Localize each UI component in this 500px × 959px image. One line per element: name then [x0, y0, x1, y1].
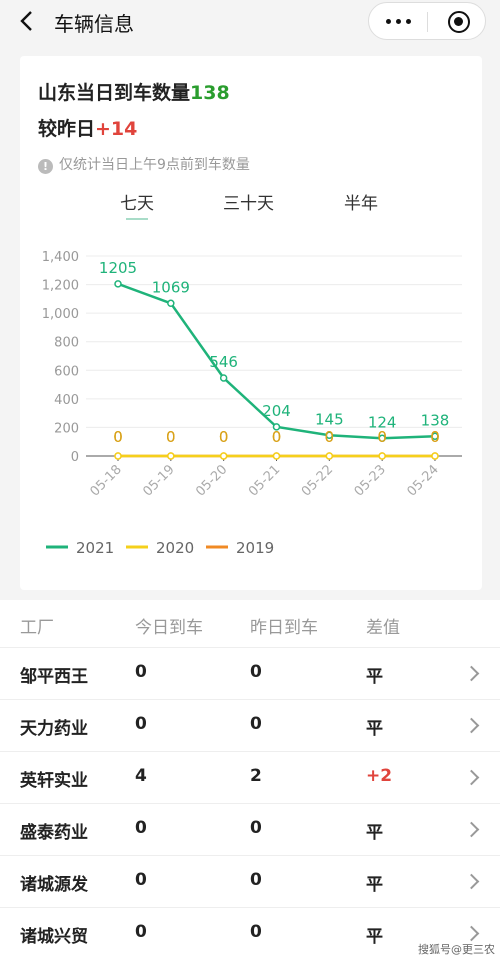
cell-factory: 诸城兴贸 — [20, 927, 88, 947]
cell-today: 0 — [135, 870, 147, 890]
data-point — [114, 280, 122, 288]
cell-diff: +2 — [366, 766, 393, 786]
data-label: 0 — [113, 428, 123, 446]
cell-diff: 平 — [366, 875, 383, 895]
y-tick-label: 0 — [71, 450, 79, 465]
cell-factory: 盛泰药业 — [20, 823, 88, 843]
table-row[interactable]: 盛泰药业 0 0 平 — [0, 804, 500, 856]
top-bar: 车辆信息 — [0, 0, 500, 44]
x-tick-label: 05-22 — [299, 462, 336, 499]
legend-label: 2020 — [156, 539, 194, 557]
watermark: 搜狐号@更三农 — [418, 943, 495, 956]
data-label: 0 — [430, 428, 440, 446]
cell-factory: 邹平西王 — [20, 667, 88, 687]
cell-yesterday: 0 — [250, 922, 262, 942]
y-tick-label: 1,400 — [42, 250, 79, 265]
target-icon[interactable] — [448, 11, 470, 33]
data-label: 1205 — [99, 259, 137, 277]
x-tick-label: 05-24 — [404, 462, 441, 499]
chevron-right-icon[interactable] — [463, 665, 480, 682]
data-label: 1069 — [152, 278, 190, 296]
cell-today: 0 — [135, 714, 147, 734]
data-label: 204 — [262, 402, 291, 420]
page-title: 车辆信息 — [54, 12, 134, 36]
capsule-divider — [427, 12, 428, 32]
table-row[interactable]: 诸城源发 0 0 平 — [0, 856, 500, 908]
x-tick-label: 05-19 — [140, 462, 177, 499]
y-tick-label: 400 — [54, 393, 79, 408]
table-row[interactable]: 天力药业 0 0 平 — [0, 700, 500, 752]
x-tick-label: 05-21 — [246, 462, 283, 499]
chevron-right-icon[interactable] — [463, 925, 480, 942]
cell-today: 0 — [135, 922, 147, 942]
cell-today: 0 — [135, 818, 147, 838]
data-point — [378, 452, 386, 460]
data-label: 0 — [166, 428, 176, 446]
header-diff: 差值 — [366, 618, 400, 638]
chevron-right-icon[interactable] — [463, 717, 480, 734]
cell-today: 0 — [135, 662, 147, 682]
cell-factory: 诸城源发 — [20, 875, 88, 895]
chevron-right-icon[interactable] — [463, 821, 480, 838]
cell-factory: 英轩实业 — [20, 771, 88, 791]
data-point — [431, 452, 439, 460]
data-point — [167, 452, 175, 460]
legend-label: 2019 — [236, 539, 274, 557]
data-point — [219, 374, 228, 382]
header-yesterday: 昨日到车 — [250, 618, 318, 638]
more-dots-icon[interactable] — [386, 19, 412, 25]
chevron-left-icon[interactable] — [14, 7, 42, 35]
chevron-right-icon[interactable] — [463, 873, 480, 890]
mini-program-capsule — [368, 2, 486, 40]
header-today: 今日到车 — [135, 618, 203, 638]
y-tick-label: 1,200 — [42, 279, 79, 294]
data-point — [114, 452, 122, 460]
data-label: 145 — [315, 410, 344, 428]
cell-yesterday: 2 — [250, 766, 262, 786]
data-point — [272, 452, 281, 460]
table-row[interactable]: 邹平西王 0 0 平 — [0, 648, 500, 700]
y-tick-label: 1,000 — [42, 307, 79, 322]
cell-factory: 天力药业 — [20, 719, 88, 739]
cell-yesterday: 0 — [250, 818, 262, 838]
cell-yesterday: 0 — [250, 714, 262, 734]
cell-diff: 平 — [366, 667, 383, 687]
legend-label: 2021 — [76, 539, 114, 557]
cell-diff: 平 — [366, 823, 383, 843]
y-tick-label: 600 — [54, 364, 79, 379]
header-factory: 工厂 — [20, 618, 54, 638]
data-point — [167, 299, 175, 308]
cell-yesterday: 0 — [250, 870, 262, 890]
data-label: 0 — [272, 428, 282, 446]
data-label: 138 — [421, 411, 450, 429]
cell-today: 4 — [135, 766, 147, 786]
data-point — [325, 452, 334, 460]
factory-table: 工厂 今日到车 昨日到车 差值 邹平西王 0 0 平天力药业 0 0 平英轩实业 4 2 +2 盛泰… — [0, 600, 500, 959]
data-label: 546 — [209, 353, 238, 371]
y-tick-label: 200 — [54, 421, 79, 436]
y-tick-label: 800 — [54, 336, 79, 351]
data-point — [219, 452, 228, 460]
x-tick-label: 05-18 — [88, 462, 125, 499]
cell-yesterday: 0 — [250, 662, 262, 682]
data-label: 0 — [219, 428, 229, 446]
summary-card: 山东当日到车数量138 较昨日+14 ! 仅统计当日上午9点前到车数量 七天 三十… — [20, 56, 482, 590]
data-label: 124 — [368, 413, 397, 431]
table-header: 工厂 今日到车 昨日到车 差值 — [0, 600, 500, 648]
line-chart: 02004006008001,0001,2001,40005-18 05-19 05… — [42, 250, 462, 557]
chevron-right-icon[interactable] — [463, 769, 480, 786]
cell-diff: 平 — [366, 927, 383, 947]
cell-diff: 平 — [366, 719, 383, 739]
table-row[interactable]: 英轩实业 4 2 +2 — [0, 752, 500, 804]
data-label: 0 — [325, 428, 335, 446]
x-tick-label: 05-23 — [352, 462, 389, 499]
x-tick-label: 05-20 — [193, 462, 230, 499]
